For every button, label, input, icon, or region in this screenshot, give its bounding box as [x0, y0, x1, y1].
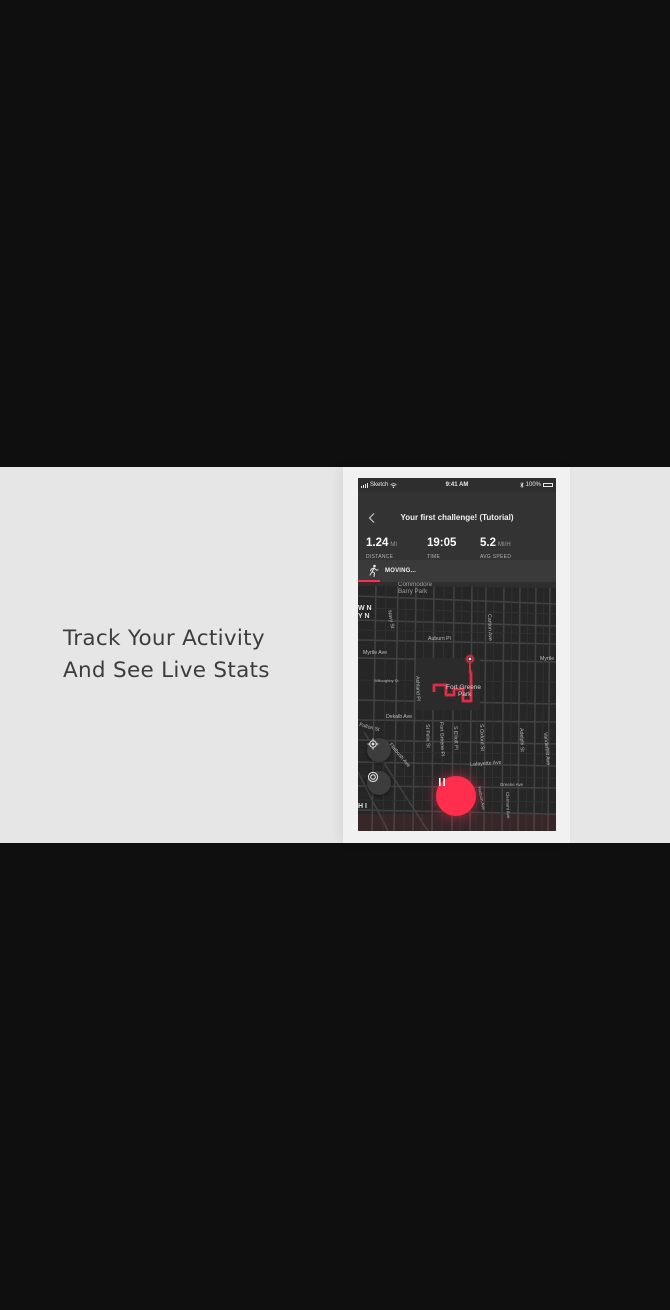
stat-distance-unit: MI	[390, 542, 398, 548]
map-label-carlton-ave: Carlton Ave	[486, 614, 493, 641]
stat-speed-value: 5.2	[480, 537, 496, 549]
headline-line-2: And See Live Stats	[63, 658, 270, 683]
map-label-st-felix: St Felix St	[424, 724, 431, 748]
map-label-greene-ave: Greene Ave	[500, 782, 524, 787]
map-label-left-2: Y N	[358, 613, 370, 620]
pause-icon	[439, 778, 445, 786]
map-label-clermont: Clermont Ave	[505, 792, 511, 819]
map-view[interactable]: Commodore Barry Park W N Y N Navy St Aub…	[358, 582, 556, 831]
locate-button[interactable]	[367, 738, 391, 762]
pause-button[interactable]	[436, 776, 476, 816]
stat-time-value: 19:05	[427, 537, 457, 549]
map-label-s-oxford: S Oxford St	[478, 724, 485, 752]
phone-screen: Sketch 9:41 AM 100% Your first challenge…	[358, 478, 556, 831]
locate-icon	[367, 738, 379, 750]
challenge-title: Your first challenge! (Tutorial)	[400, 513, 514, 522]
map-label-myrtle-right: Myrtle	[540, 656, 555, 662]
map-label-adelphi: Adelphi St	[518, 728, 525, 752]
map-label-s-elliott: S Elliott Pl	[452, 726, 459, 750]
headline-line-1: Track Your Activity	[63, 626, 265, 651]
headline: Track Your Activity And See Live Stats	[63, 623, 270, 687]
challenge-header: Your first challenge! (Tutorial) 1.24 MI …	[358, 492, 556, 560]
map-label-ft-greene-pl: Fort Greene Pl	[438, 722, 446, 757]
activity-status-label: MOVING...	[385, 568, 417, 574]
map-label-auburn-pl: Auburn Pl	[428, 636, 451, 642]
status-bar: Sketch 9:41 AM 100%	[358, 478, 556, 492]
map-label-willoughby: Willoughby St	[374, 678, 399, 683]
stat-distance: 1.24 MI DISTANCE	[366, 537, 397, 560]
battery-icon	[543, 483, 553, 487]
map-label-dekalb-ave: Dekalb Ave	[386, 714, 413, 720]
runner-icon	[369, 564, 379, 577]
map-label-park-name-2: Park	[458, 691, 472, 698]
map-label-barry-park: Barry Park	[398, 588, 428, 595]
target-icon	[367, 771, 379, 783]
map-label-left-1: W N	[358, 605, 372, 612]
map-label-left-3: H I	[358, 803, 367, 810]
activity-status-bar: MOVING...	[358, 560, 556, 582]
battery-percent: 100%	[525, 482, 541, 488]
stat-speed: 5.2 MI/H AVG SPEED	[480, 537, 511, 560]
map-label-myrtle-ave: Myrtle Ave	[363, 650, 388, 656]
map-label-ashland-pl: Ashland Pl	[414, 676, 421, 702]
stat-speed-unit: MI/H	[498, 542, 511, 548]
bluetooth-icon	[519, 482, 524, 488]
target-button[interactable]	[367, 771, 391, 795]
stat-distance-value: 1.24	[366, 537, 389, 549]
map-label-park-name-1: Fort Greene	[446, 684, 482, 691]
stat-time: 19:05 TIME	[427, 537, 456, 560]
